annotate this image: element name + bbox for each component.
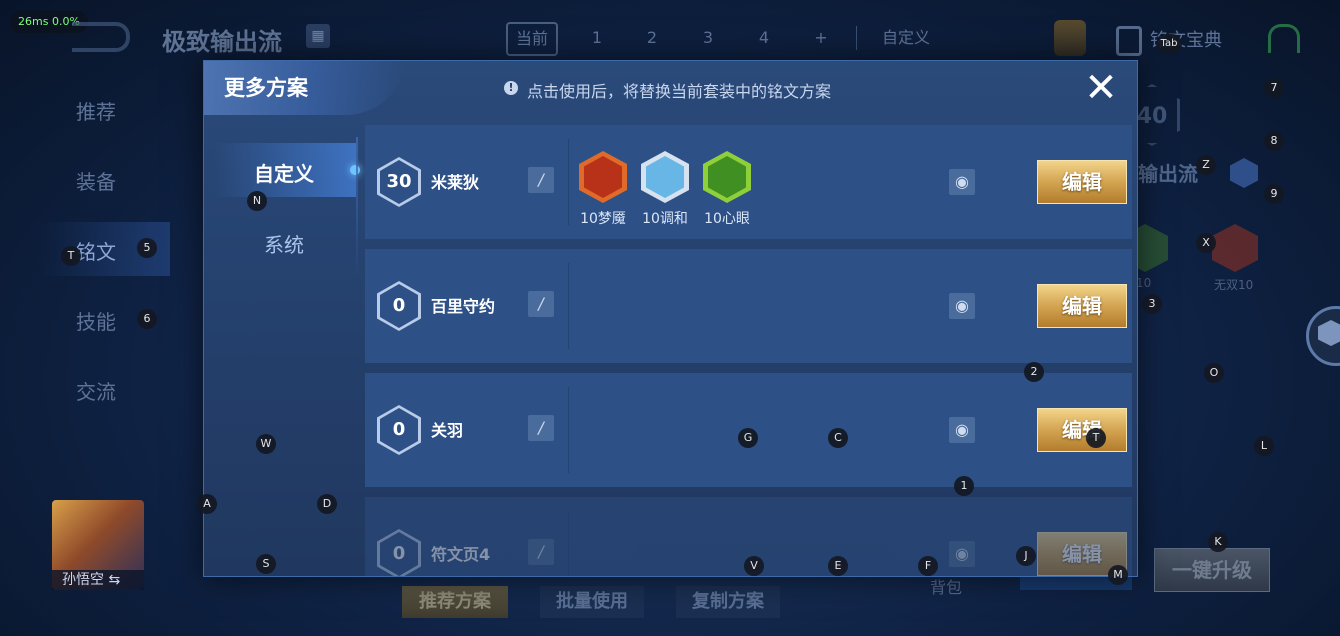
key-hint: 5 [137, 238, 157, 258]
rune-book-icon[interactable] [1054, 20, 1086, 56]
plan-name: 关羽 [431, 421, 464, 440]
rename-pencil-icon[interactable]: / [528, 415, 554, 441]
key-hint: Z [1196, 155, 1216, 175]
key-hint: K [1208, 532, 1228, 552]
rune-label: 无双10 [1214, 278, 1254, 292]
key-hint: O [1204, 363, 1224, 383]
top-tab-current[interactable]: 当前 [506, 22, 558, 56]
tab-system[interactable]: 系统 [204, 229, 364, 258]
key-hint: S [256, 554, 276, 574]
sidebar-item-equipment[interactable]: 装备 [76, 166, 116, 195]
sidebar-item-recommend[interactable]: 推荐 [76, 96, 116, 125]
dialog-header: 更多方案 ! 点击使用后，将替换当前套装中的铭文方案 ✕ [204, 61, 1137, 115]
dialog-title: 更多方案 [224, 76, 308, 100]
plan-name: 米莱狄 [431, 173, 480, 192]
key-hint: 8 [1264, 131, 1284, 151]
wifi-icon [1268, 24, 1300, 53]
plan-name: 符文页4 [431, 545, 491, 564]
row-divider [568, 263, 569, 349]
key-hint-tab: Tab [1156, 34, 1182, 54]
back-icon[interactable] [72, 22, 130, 52]
recommend-plan-button[interactable]: 推荐方案 [402, 586, 508, 618]
rune-label: 10 [1136, 276, 1152, 290]
preview-eye-icon[interactable]: ◉ [949, 169, 975, 195]
key-hint: 2 [1024, 362, 1044, 382]
grid-icon[interactable]: ▦ [306, 24, 330, 48]
top-tab-2[interactable]: 2 [641, 22, 663, 54]
key-hint: 6 [137, 309, 157, 329]
key-hint: C [828, 428, 848, 448]
key-hint: X [1196, 233, 1216, 253]
lock-icon [1116, 26, 1142, 56]
rune-label: 10心眼 [704, 211, 750, 227]
row-divider [568, 387, 569, 473]
info-icon: ! [504, 81, 518, 95]
plan-row[interactable]: 0 百里守约 / ◉ 编辑 [365, 249, 1132, 363]
plan-row[interactable]: 30 米莱狄 / 10梦魇 10调和 10心眼 ◉ 编辑 [365, 125, 1132, 239]
key-hint: N [247, 191, 267, 211]
top-tab-add[interactable]: + [810, 22, 832, 54]
key-hint: G [738, 428, 758, 448]
edit-button[interactable]: 编辑 [1037, 408, 1127, 452]
key-hint: A [197, 494, 217, 514]
bag-label[interactable]: 背包 [930, 574, 962, 598]
notice-text: 点击使用后，将替换当前套装中的铭文方案 [527, 82, 832, 101]
one-click-upgrade-button[interactable]: 一键升级 [1154, 548, 1270, 592]
preview-eye-icon[interactable]: ◉ [949, 541, 975, 567]
stack-icon[interactable] [1230, 158, 1258, 188]
rename-pencil-icon[interactable]: / [528, 539, 554, 565]
close-icon: ✕ [1084, 65, 1118, 111]
rename-pencil-icon[interactable]: / [528, 291, 554, 317]
key-hint: T [1086, 428, 1106, 448]
edit-button[interactable]: 编辑 [1037, 160, 1127, 204]
key-hint: D [317, 494, 337, 514]
more-plans-dialog: 更多方案 ! 点击使用后，将替换当前套装中的铭文方案 ✕ 自定义 系统 30 米… [203, 60, 1138, 577]
sidebar-item-skills[interactable]: 技能 [76, 306, 116, 335]
hero-name: 孙悟空 ⇆ [52, 570, 144, 590]
key-hint: J [1016, 546, 1036, 566]
row-divider [568, 139, 569, 225]
tab-custom[interactable]: 自定义 [204, 158, 364, 187]
key-hint: M [1108, 565, 1128, 585]
row-divider [568, 511, 569, 576]
preview-eye-icon[interactable]: ◉ [949, 293, 975, 319]
key-hint: 9 [1264, 184, 1284, 204]
batch-use-button[interactable]: 批量使用 [540, 586, 644, 618]
key-hint: E [828, 556, 848, 576]
key-hint: 7 [1264, 78, 1284, 98]
rune-label: 10调和 [642, 211, 688, 227]
plan-name: 百里守约 [431, 297, 496, 316]
close-button[interactable]: ✕ [1078, 68, 1124, 110]
top-tab-1[interactable]: 1 [586, 22, 608, 54]
rune-label: 10梦魇 [580, 211, 626, 227]
loadout-title: 极致输出流 [162, 28, 282, 56]
top-tab-4[interactable]: 4 [753, 22, 775, 54]
preview-eye-icon[interactable]: ◉ [949, 417, 975, 443]
copy-plan-button[interactable]: 复制方案 [676, 586, 780, 618]
sidebar-item-runes[interactable]: 铭文 [76, 236, 116, 265]
rune-icon [1212, 224, 1258, 272]
key-hint: T [61, 246, 81, 266]
key-hint: F [918, 556, 938, 576]
key-hint: W [256, 434, 276, 454]
key-hint: 3 [1142, 294, 1162, 314]
panel-flow-label: 输出流 [1138, 162, 1198, 186]
key-hint: V [744, 556, 764, 576]
key-hint: L [1254, 436, 1274, 456]
plan-list[interactable]: 30 米莱狄 / 10梦魇 10调和 10心眼 ◉ 编辑 0 百里守约 / ◉ … [365, 125, 1132, 576]
top-tab-3[interactable]: 3 [697, 22, 719, 54]
sidebar-item-community[interactable]: 交流 [76, 376, 116, 405]
top-divider [856, 26, 857, 50]
key-hint: 1 [954, 476, 974, 496]
top-tab-custom[interactable]: 自定义 [882, 22, 930, 54]
edit-button[interactable]: 编辑 [1037, 284, 1127, 328]
rename-pencil-icon[interactable]: / [528, 167, 554, 193]
